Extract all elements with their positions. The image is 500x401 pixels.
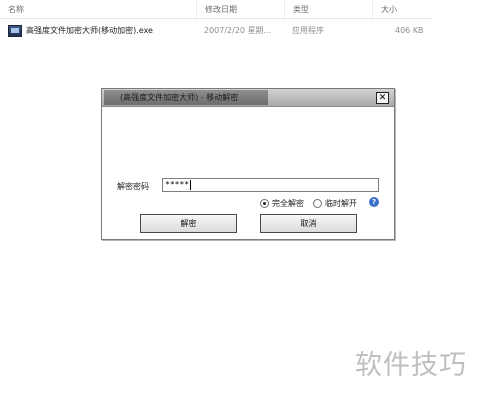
column-size[interactable]: 大小 — [372, 0, 432, 19]
decrypt-dialog: (高强度文件加密大师) - 移动解密 ✕ 解密密码 ***** 完全解密 临时解… — [101, 88, 395, 240]
column-name[interactable]: 名称 — [0, 0, 196, 19]
radio-temp-open[interactable]: 临时解开 — [313, 197, 357, 209]
exe-file-icon — [8, 24, 22, 37]
dialog-titlebar[interactable]: (高强度文件加密大师) - 移动解密 ✕ — [102, 89, 394, 107]
radio-selected-icon — [260, 198, 269, 208]
decrypt-button[interactable]: 解密 — [140, 214, 237, 233]
radio-unselected-icon — [313, 198, 322, 208]
file-size: 406 KB — [395, 26, 424, 35]
watermark-text: 软件技巧 — [355, 350, 467, 381]
dialog-content: 解密密码 ***** 完全解密 临时解开 ? 解密 取消 — [102, 108, 394, 239]
file-type: 应用程序 — [292, 26, 324, 35]
cancel-button[interactable]: 取消 — [260, 214, 357, 233]
file-name-cell: 高强度文件加密大师(移动加密).exe — [8, 22, 153, 39]
file-modified: 2007/2/20 星期... — [204, 26, 272, 35]
dialog-title: (高强度文件加密大师) - 移动解密 — [120, 93, 239, 102]
column-header-row: 名称 修改日期 类型 大小 — [0, 0, 432, 19]
radio-full-decrypt[interactable]: 完全解密 — [260, 197, 304, 209]
column-modified[interactable]: 修改日期 — [196, 0, 284, 19]
file-name: 高强度文件加密大师(移动加密).exe — [26, 26, 153, 35]
radio-temp-label: 临时解开 — [325, 198, 357, 208]
password-input[interactable]: ***** — [162, 178, 379, 192]
password-label: 解密密码 — [117, 182, 149, 191]
close-button[interactable]: ✕ — [376, 92, 389, 104]
help-icon[interactable]: ? — [369, 197, 379, 207]
file-explorer: 名称 修改日期 类型 大小 高强度文件加密大师(移动加密).exe 2007/2… — [0, 0, 432, 40]
file-row[interactable]: 高强度文件加密大师(移动加密).exe 2007/2/20 星期... 应用程序… — [0, 22, 432, 39]
radio-full-label: 完全解密 — [272, 198, 304, 208]
column-type[interactable]: 类型 — [284, 0, 372, 19]
